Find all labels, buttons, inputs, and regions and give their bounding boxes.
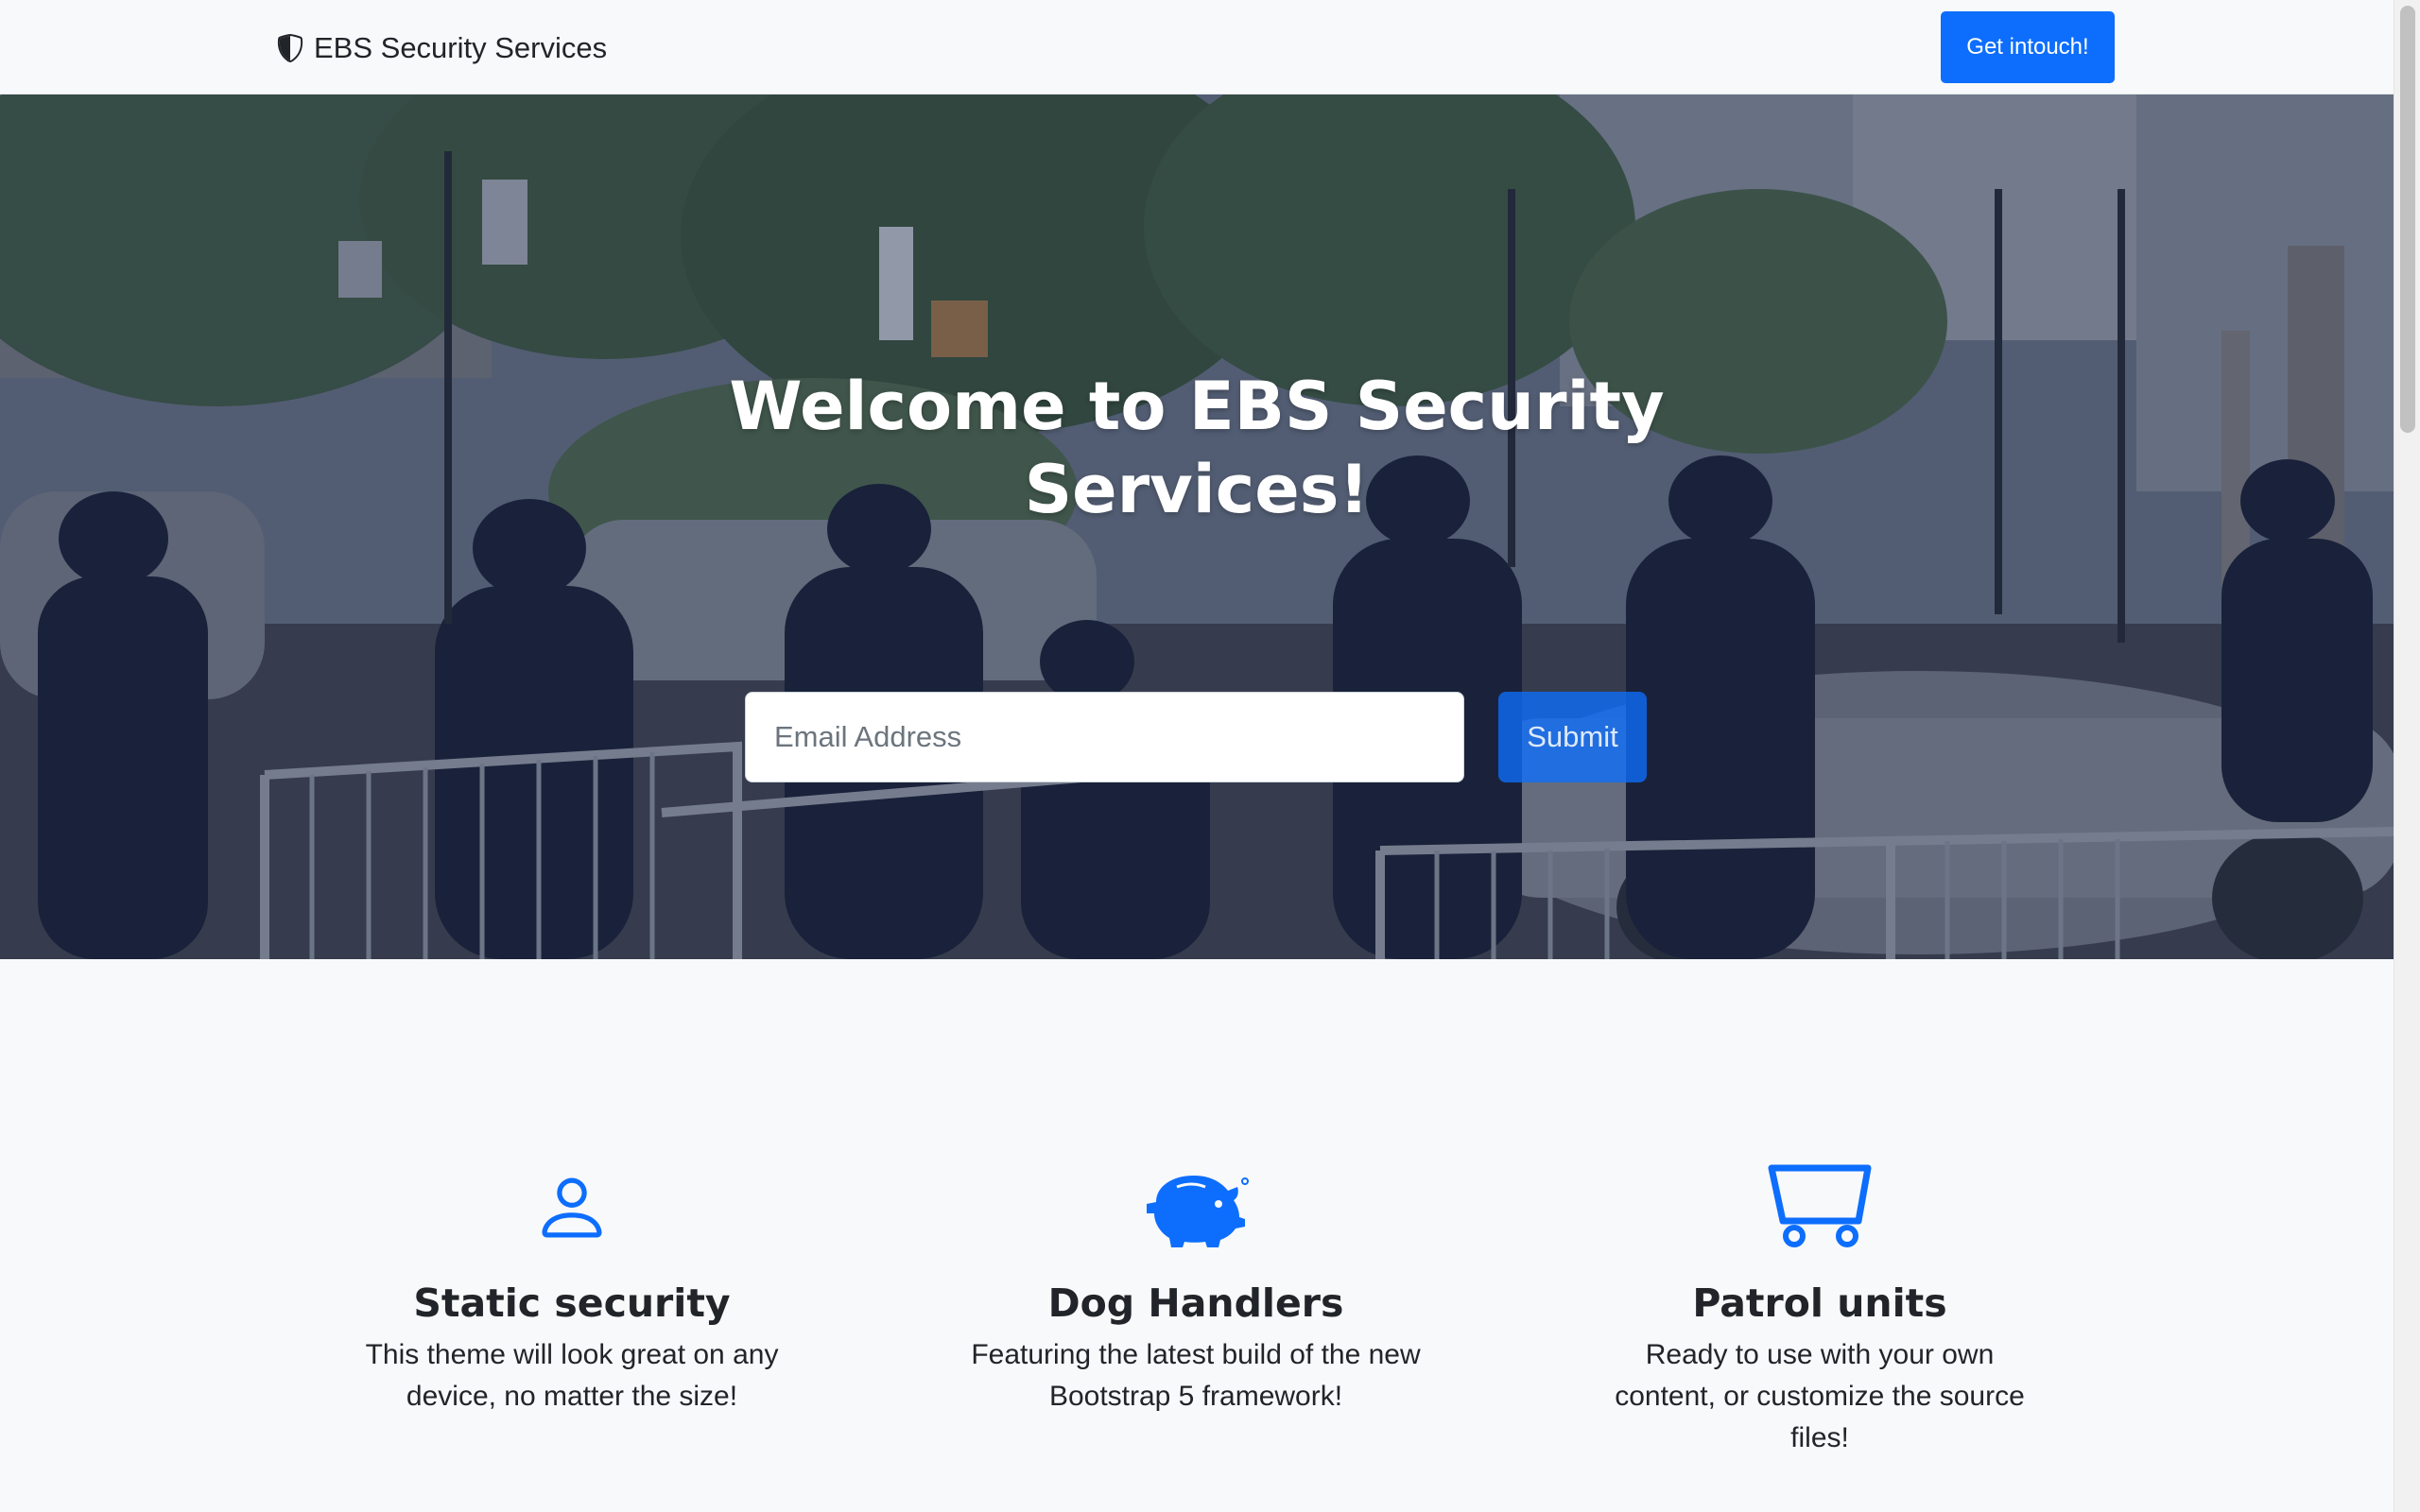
- feature-title: Dog Handlers: [1047, 1280, 1344, 1326]
- feature-title: Patrol units: [1692, 1280, 1947, 1326]
- feature-text: This theme will look great on any device…: [365, 1339, 779, 1412]
- brand-name: EBS Security Services: [314, 31, 608, 64]
- person-icon: [542, 1177, 602, 1238]
- submit-button[interactable]: Submit: [1498, 692, 1647, 782]
- page: EBS Security Services Get intouch! Welco…: [0, 0, 2420, 1512]
- get-intouch-button[interactable]: Get intouch!: [1941, 11, 2115, 83]
- vertical-scrollbar[interactable]: [2394, 0, 2420, 1512]
- feature-patrol-units: Patrol units Ready to use with your own …: [1555, 1153, 2084, 1459]
- feature-title: Static security: [413, 1280, 731, 1326]
- piggy-bank-icon: [1147, 1176, 1249, 1247]
- feature-dog-handlers: Dog Handlers Featuring the latest build …: [931, 1153, 1461, 1418]
- feature-text: Featuring the latest build of the new Bo…: [971, 1339, 1421, 1412]
- brand-link[interactable]: EBS Security Services: [276, 26, 607, 70]
- shield-half-icon: [277, 34, 303, 62]
- email-input[interactable]: [745, 692, 1464, 782]
- navbar: EBS Security Services Get intouch!: [0, 0, 2394, 94]
- cart-icon: [1768, 1164, 1872, 1247]
- feature-static-security: Static security This theme will look gre…: [307, 1153, 837, 1418]
- hero-section: Welcome to EBS Security Services! Submit: [0, 94, 2394, 959]
- features-section: Static security This theme will look gre…: [0, 959, 2394, 1512]
- feature-text: Ready to use with your own content, or c…: [1615, 1339, 2025, 1453]
- scrollbar-thumb[interactable]: [2400, 6, 2415, 433]
- hero-title: Welcome to EBS Security Services!: [729, 368, 1665, 528]
